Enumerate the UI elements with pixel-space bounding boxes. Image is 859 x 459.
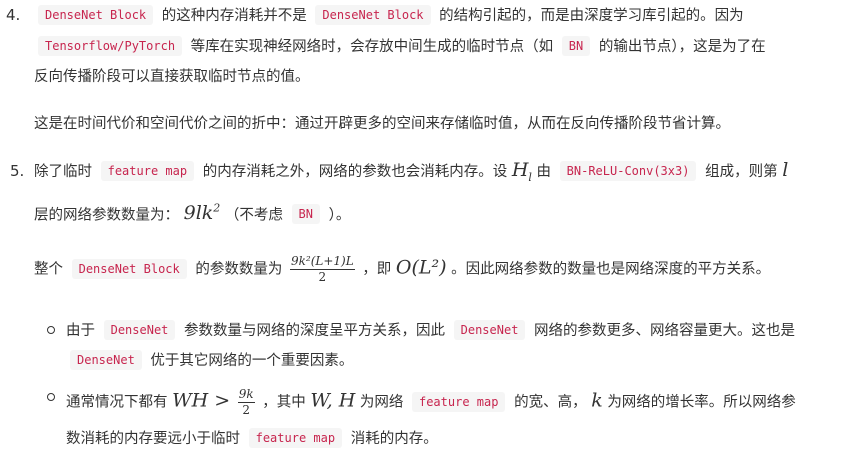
item5-paragraph: 整个 DenseNet Block 的参数数量为 9k²(L+1)L 2 ，即 … [34,254,770,285]
inline-code: Tensorflow/PyTorch [38,36,183,56]
math-k: k [591,389,603,412]
text: 的输出节点），这是为了在 [598,39,766,55]
text: 。因此网络参数的数量也是网络深度的平方关系。 [451,261,771,278]
math-fraction: 9k²(L+1)L 2 [289,254,355,284]
inline-code: feature map [248,428,343,448]
text: 等库在实现神经网络时，会存放中间生成的临时节点（如 [190,39,554,55]
text: （不考虑 [224,207,283,224]
inline-code: DenseNet [453,320,526,340]
text: 由 [536,164,552,180]
list-number-4: 4. [6,6,21,24]
inline-code: BN [561,36,591,56]
math-big-o: O(L²) [395,256,447,279]
item4-paragraph: 这是在时间代价和空间代价之间的折中：通过开辟更多的空间来存储临时值，从而在反向传… [34,116,730,132]
inline-code: BN-ReLU-Conv(3x3) [559,161,697,181]
text: 的内存消耗之外，网络的参数也会消耗内存。设 [202,164,508,180]
bullet1-line2: DenseNet 优于其它网络的一个重要因素。 [66,350,353,371]
item4-line2: Tensorflow/PyTorch 等库在实现神经网络时，会存放中间生成的临时… [34,36,766,57]
list-number-5: 5. [10,162,25,180]
inline-code: DenseNet Block [38,5,154,25]
math-h: Hl [511,159,532,184]
inline-code: DenseNet [70,350,142,370]
text: 为网络 [359,394,404,411]
bullet-icon [47,326,55,334]
text: 消耗的内存。 [350,431,438,447]
inline-code: feature map [411,391,506,412]
text: ）。 [328,207,351,224]
text: 的宽、高， [514,394,587,411]
text: 参数数量与网络的深度呈平方关系，因此 [184,323,446,339]
math-fraction: 9k 2 [237,387,255,417]
text: 的参数数量为 [195,261,283,278]
text: 组成，则第 [705,164,778,180]
math-l: l [782,159,789,181]
math-wh: WH > [172,389,231,412]
text: 的这种内存消耗并不是 [161,8,307,24]
inline-code: BN [291,204,320,225]
bullet2-line1: 通常情况下都有 WH > 9k 2 ，其中 W, H 为网络 feature m… [66,387,796,418]
text: 由于 [66,323,95,339]
math-w-h: W, H [310,389,356,412]
inline-code: feature map [100,161,195,181]
bullet1-line1: 由于 DenseNet 参数数量与网络的深度呈平方关系，因此 DenseNet … [66,320,795,341]
text: 层的网络参数数量为： [34,207,179,224]
text: ，即 [362,261,392,278]
text: 的结构引起的，而是由深度学习库引起的。因为 [439,8,744,24]
bullet2-line2: 数消耗的内存要远小于临时 feature map 消耗的内存。 [66,428,438,449]
text: ，其中 [262,394,306,411]
math-param: 9lk2 [183,202,221,225]
text: 网络的参数更多、网络容量更大。这也是 [534,323,796,339]
item5-line2: 层的网络参数数量为： 9lk2 （不考虑 BN ）。 [34,199,350,225]
item4-line3: 反向传播阶段可以直接获取临时节点的值。 [34,69,310,85]
text: 为网络的增长率。所以网络参 [607,394,796,411]
text: 除了临时 [34,164,92,180]
item4-line1: DenseNet Block 的这种内存消耗并不是 DenseNet Block… [34,5,744,26]
text: 通常情况下都有 [66,394,168,411]
text: 整个 [34,261,63,278]
item5-line1: 除了临时 feature map 的内存消耗之外，网络的参数也会消耗内存。设 H… [34,160,788,188]
bullet-icon [47,393,55,401]
inline-code: DenseNet Block [71,258,187,279]
inline-code: DenseNet Block [315,5,431,25]
inline-code: DenseNet [103,320,176,340]
text: 优于其它网络的一个重要因素。 [150,353,354,369]
text: 数消耗的内存要远小于临时 [66,431,240,447]
